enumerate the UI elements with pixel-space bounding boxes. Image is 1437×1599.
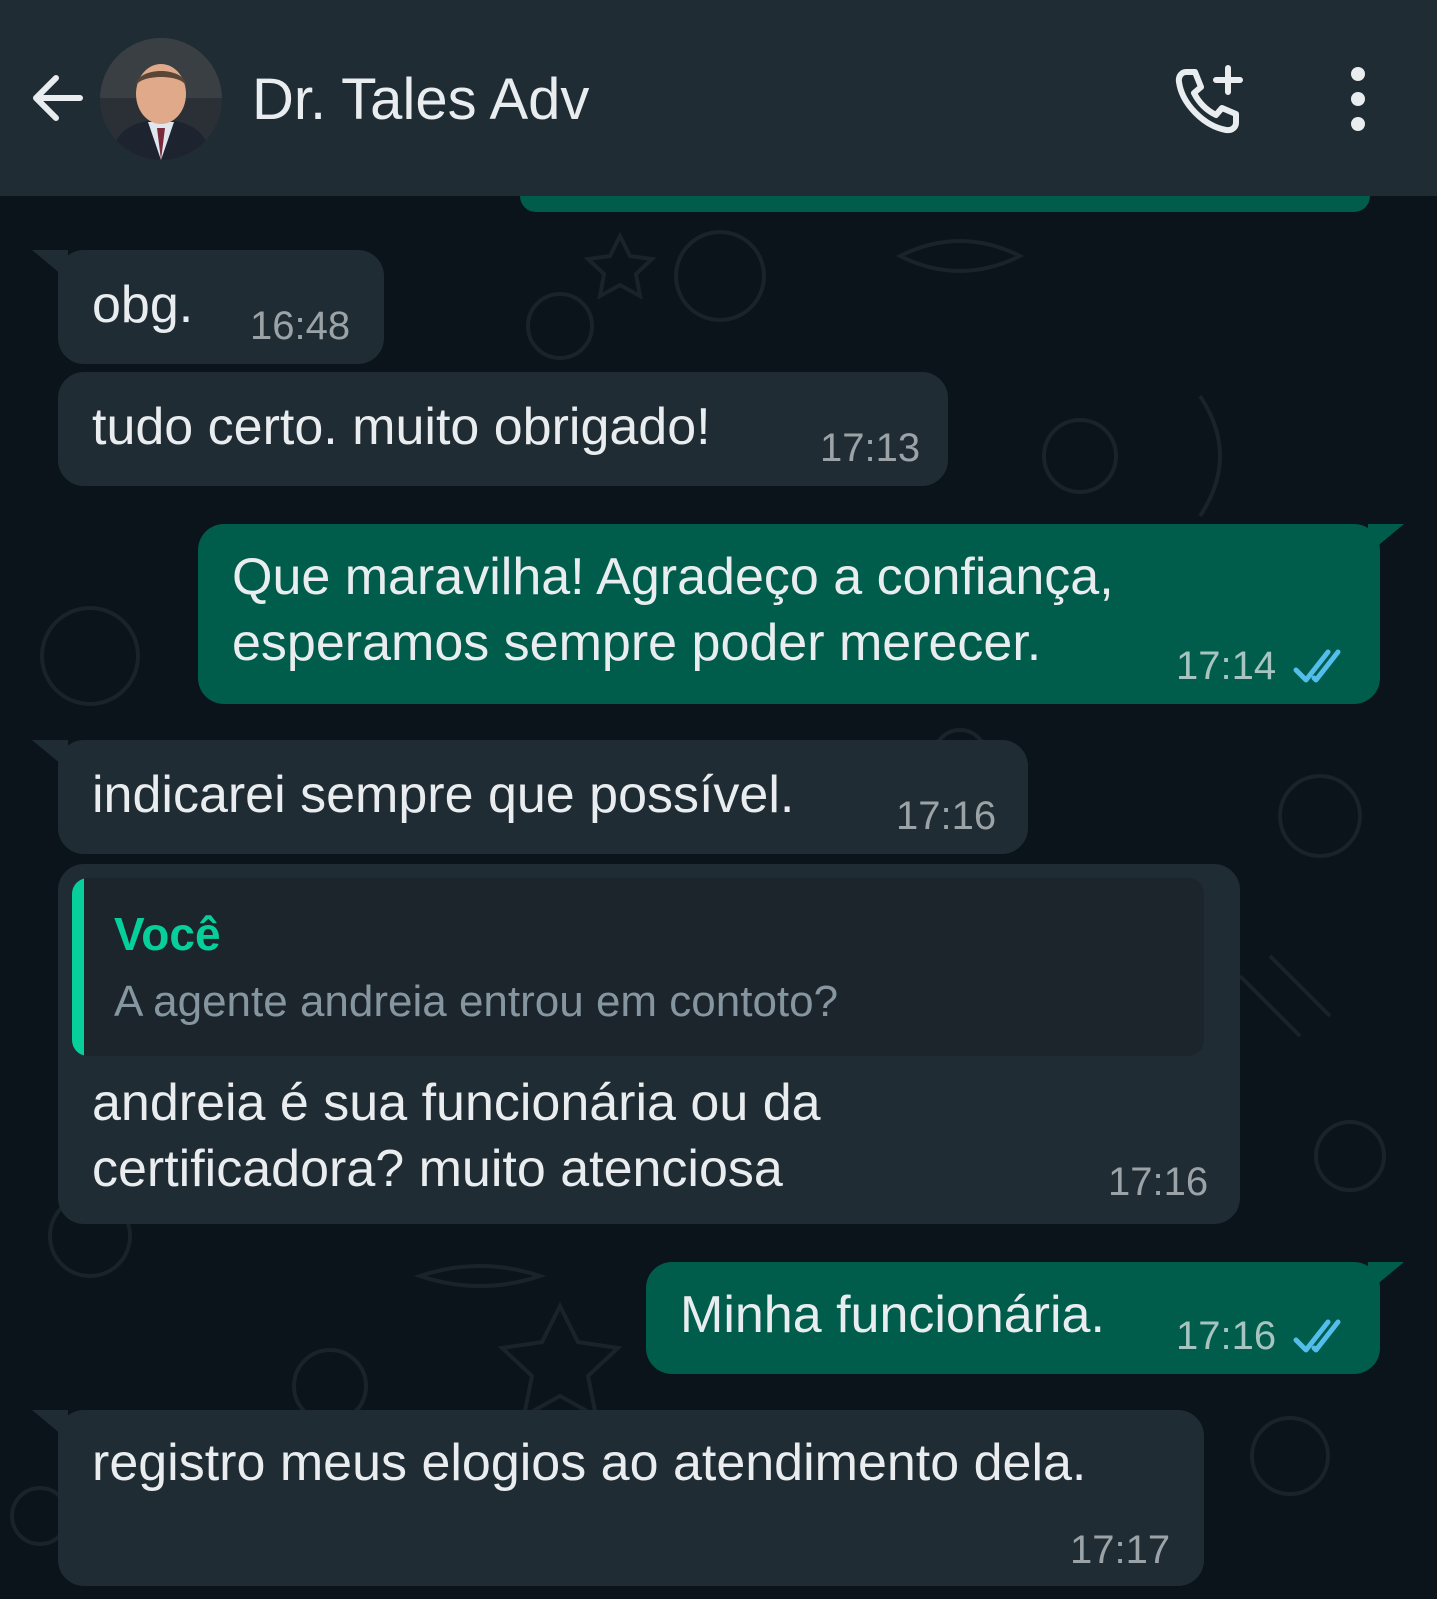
quoted-message[interactable]: Você A agente andreia entrou em contoto? bbox=[72, 878, 1204, 1056]
bubble-tail bbox=[1368, 1262, 1404, 1292]
message-incoming[interactable]: tudo certo. muito obrigado! 17:13 bbox=[58, 372, 948, 486]
message-incoming-reply[interactable]: Você A agente andreia entrou em contoto?… bbox=[58, 864, 1240, 1224]
message-time: 17:17 bbox=[1070, 1528, 1171, 1572]
bubble-tail bbox=[32, 250, 68, 280]
bubble-tail bbox=[32, 740, 68, 770]
more-options-button[interactable] bbox=[1330, 64, 1386, 134]
message-time: 17:16 bbox=[896, 794, 997, 838]
message-text: tudo certo. muito obrigado! bbox=[92, 398, 711, 456]
message-text: indicarei sempre que possível. bbox=[92, 766, 795, 824]
phone-plus-icon bbox=[1175, 65, 1243, 134]
message-incoming[interactable]: obg. 16:48 bbox=[32, 250, 384, 364]
message-time: 17:16 bbox=[1176, 1314, 1277, 1358]
quote-author: Você bbox=[114, 908, 221, 960]
arrow-left-icon bbox=[33, 75, 83, 121]
contact-name[interactable]: Dr. Tales Adv bbox=[252, 64, 589, 136]
message-incoming[interactable]: indicarei sempre que possível. 17:16 bbox=[32, 740, 1028, 854]
message-text: andreia é sua funcionária ou da certific… bbox=[92, 1074, 821, 1198]
previous-message-edge bbox=[520, 196, 1370, 212]
quote-text: A agente andreia entrou em contoto? bbox=[114, 977, 839, 1026]
message-time: 16:48 bbox=[250, 304, 351, 348]
back-button[interactable] bbox=[26, 66, 90, 130]
message-incoming[interactable]: registro meus elogios ao atendimento del… bbox=[32, 1410, 1204, 1586]
add-call-button[interactable] bbox=[1172, 62, 1248, 138]
message-outgoing[interactable]: Minha funcionária. 17:16 bbox=[646, 1262, 1404, 1374]
chat-header: Dr. Tales Adv bbox=[0, 0, 1437, 196]
message-text: registro meus elogios ao atendimento del… bbox=[92, 1434, 1087, 1492]
message-time: 17:13 bbox=[820, 426, 921, 470]
message-time: 17:16 bbox=[1108, 1160, 1209, 1204]
message-outgoing[interactable]: Que maravilha! Agradeço a confiança, esp… bbox=[198, 524, 1404, 704]
contact-avatar[interactable] bbox=[100, 38, 222, 160]
bubble-tail bbox=[32, 1410, 68, 1440]
message-text: obg. bbox=[92, 276, 194, 334]
read-double-check-icon bbox=[1293, 649, 1341, 683]
more-vertical-icon bbox=[1351, 67, 1365, 131]
message-time: 17:14 bbox=[1176, 644, 1277, 688]
message-text: Que maravilha! Agradeço a confiança, esp… bbox=[232, 548, 1114, 672]
message-text: Minha funcionária. bbox=[680, 1286, 1105, 1344]
read-double-check-icon bbox=[1293, 1319, 1341, 1353]
bubble-tail bbox=[1368, 524, 1404, 554]
quote-accent-bar bbox=[72, 878, 84, 1056]
